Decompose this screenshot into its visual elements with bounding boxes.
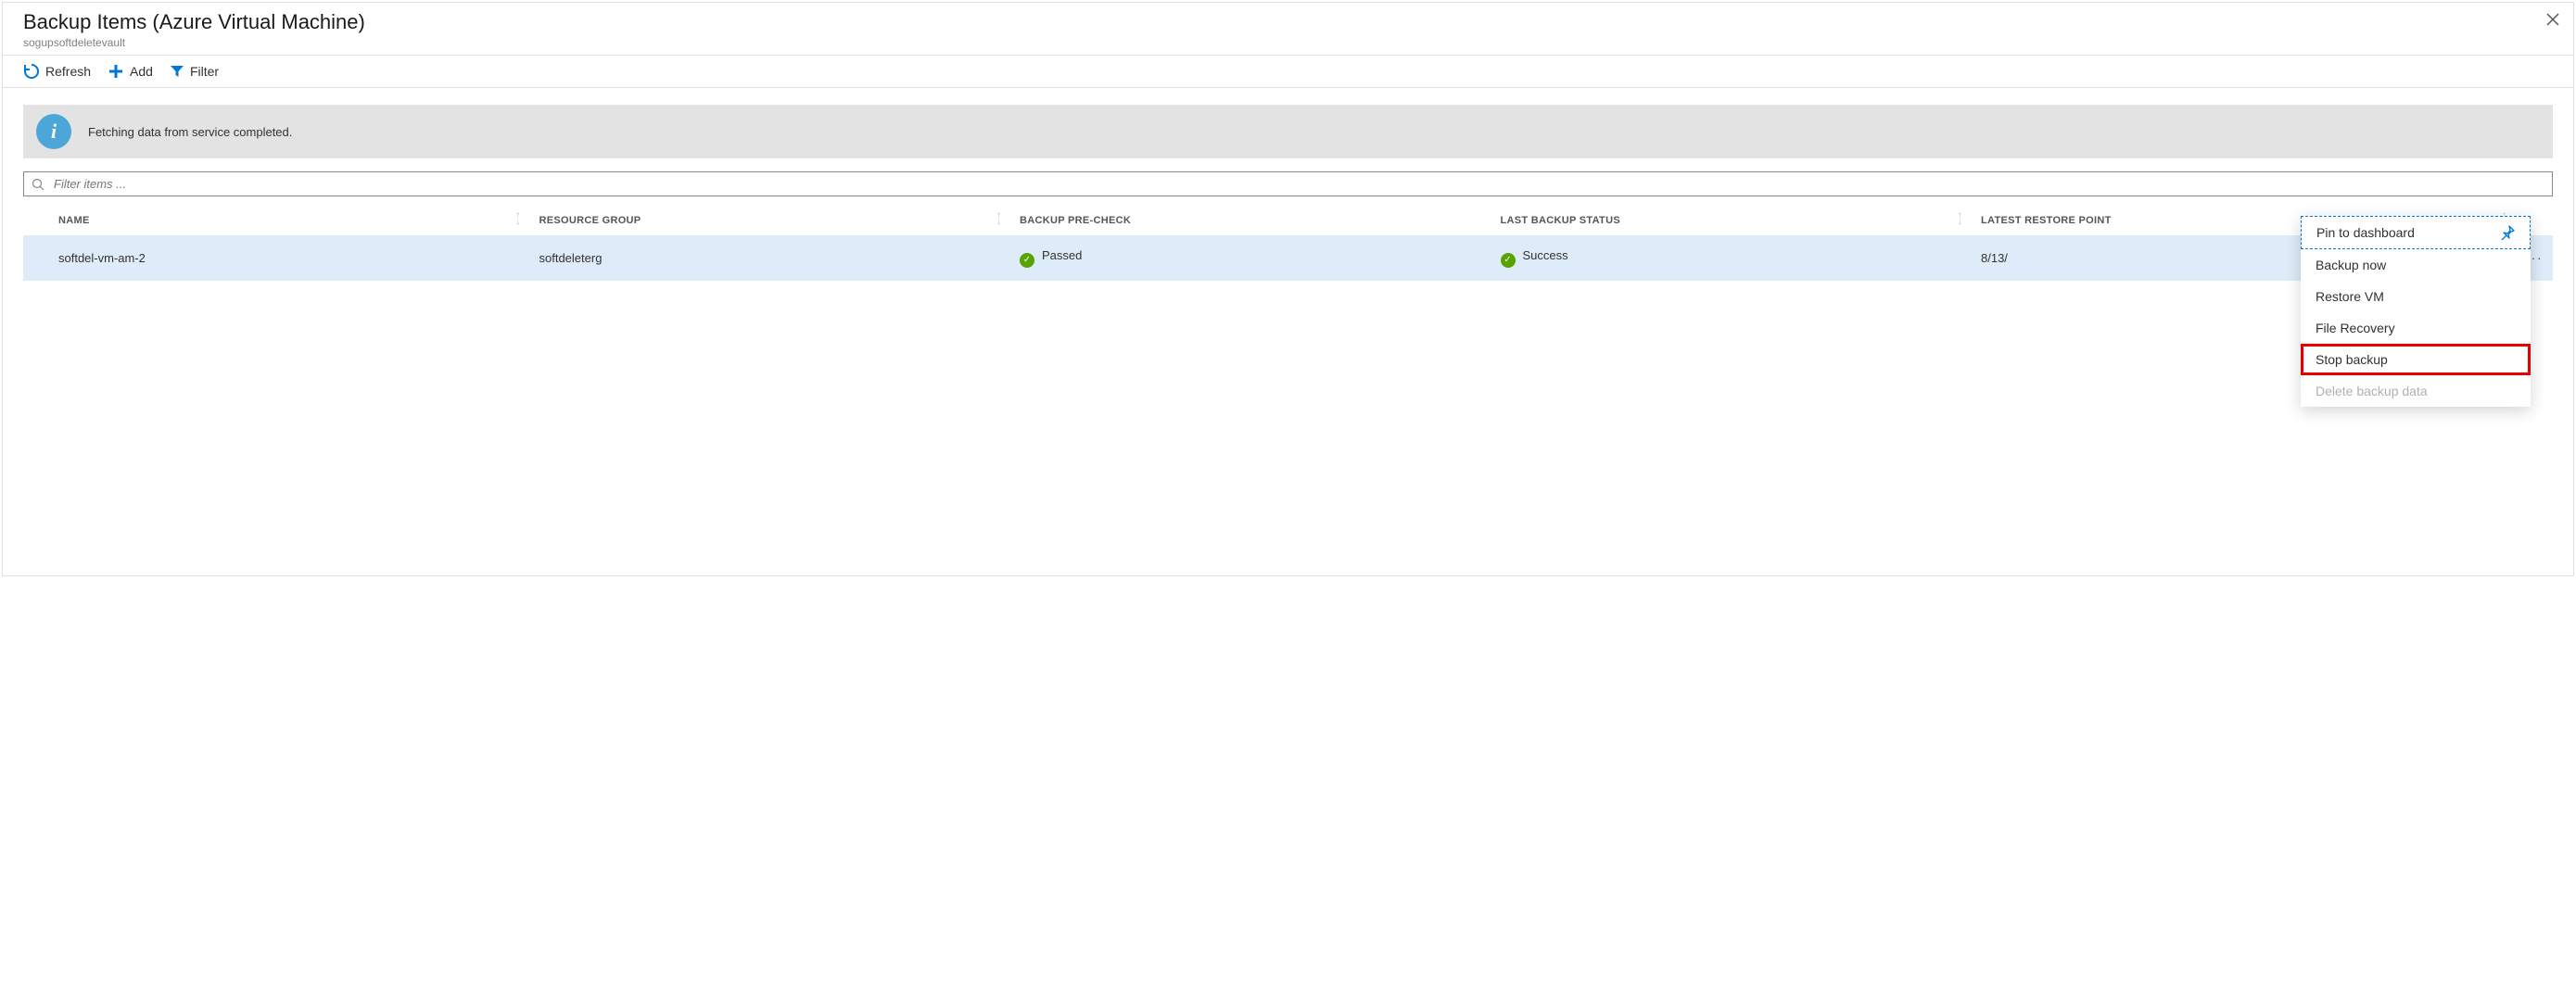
refresh-button[interactable]: Refresh	[23, 63, 91, 80]
cell-resource-group: softdeleterg	[530, 235, 1011, 281]
refresh-label: Refresh	[45, 64, 91, 79]
col-header-last-status[interactable]: LAST BACKUP STATUS↑↓	[1491, 202, 1973, 235]
filter-items-input[interactable]	[52, 176, 2544, 192]
menu-stop-backup[interactable]: Stop backup	[2301, 344, 2531, 375]
close-button[interactable]	[2545, 12, 2560, 31]
backup-items-table: NAME↑↓ RESOURCE GROUP↑↓ BACKUP PRE-CHECK…	[23, 202, 2553, 281]
cell-last-status: ✓Success	[1491, 235, 1973, 281]
page-subtitle: sogupsoftdeletevault	[23, 36, 2553, 49]
check-icon: ✓	[1501, 253, 1516, 268]
sort-icon: ↑↓	[1958, 212, 1962, 225]
menu-backup-now[interactable]: Backup now	[2301, 249, 2531, 281]
menu-restore-vm[interactable]: Restore VM	[2301, 281, 2531, 312]
close-icon	[2545, 12, 2560, 27]
table-header-row: NAME↑↓ RESOURCE GROUP↑↓ BACKUP PRE-CHECK…	[23, 202, 2553, 235]
pin-icon	[2500, 225, 2515, 240]
add-label: Add	[130, 64, 153, 79]
plus-icon	[108, 63, 124, 80]
info-banner: i Fetching data from service completed.	[23, 105, 2553, 158]
info-message: Fetching data from service completed.	[88, 125, 292, 139]
add-button[interactable]: Add	[108, 63, 153, 80]
filter-label: Filter	[190, 64, 219, 79]
col-header-precheck[interactable]: BACKUP PRE-CHECK	[1010, 202, 1491, 235]
col-header-name[interactable]: NAME↑↓	[49, 202, 530, 235]
table-row[interactable]: softdel-vm-am-2 softdeleterg ✓Passed ✓Su…	[23, 235, 2553, 281]
search-icon	[32, 178, 44, 191]
info-icon: i	[36, 114, 71, 149]
menu-pin-to-dashboard[interactable]: Pin to dashboard	[2301, 216, 2531, 249]
menu-file-recovery[interactable]: File Recovery	[2301, 312, 2531, 344]
sort-icon: ↑↓	[515, 212, 520, 225]
menu-delete-backup-data: Delete backup data	[2301, 375, 2531, 407]
col-header-resource-group[interactable]: RESOURCE GROUP↑↓	[530, 202, 1011, 235]
filter-items-box[interactable]	[23, 171, 2553, 196]
blade-header: Backup Items (Azure Virtual Machine) sog…	[3, 3, 2573, 56]
filter-button[interactable]: Filter	[170, 64, 219, 79]
filter-icon	[170, 64, 184, 79]
refresh-icon	[23, 63, 40, 80]
sort-icon: ↑↓	[996, 212, 1001, 225]
backup-items-blade: Backup Items (Azure Virtual Machine) sog…	[2, 2, 2574, 576]
cell-precheck: ✓Passed	[1010, 235, 1491, 281]
content-area: i Fetching data from service completed. …	[3, 88, 2573, 297]
check-icon: ✓	[1020, 253, 1034, 268]
page-title: Backup Items (Azure Virtual Machine)	[23, 10, 2553, 34]
cell-name: softdel-vm-am-2	[49, 235, 530, 281]
toolbar: Refresh Add Filter	[3, 56, 2573, 88]
row-context-menu: Pin to dashboard Backup now Restore VM F…	[2301, 216, 2531, 407]
